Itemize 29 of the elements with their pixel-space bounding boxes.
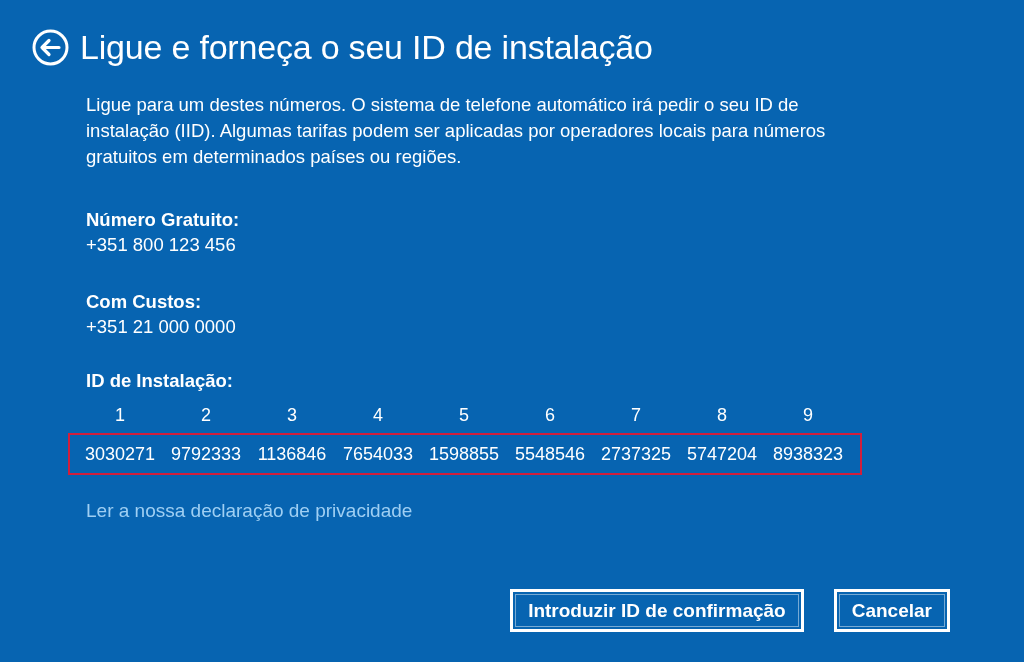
id-group: 2737325: [600, 443, 672, 465]
id-group: 9792333: [170, 443, 242, 465]
id-group: 8938323: [772, 443, 844, 465]
column-number: 8: [717, 404, 727, 426]
phone-number: +351 21 000 0000: [86, 315, 236, 339]
column-number: 1: [115, 404, 125, 426]
installation-id-label: ID de Instalação:: [86, 369, 233, 393]
id-group: 5548546: [514, 443, 586, 465]
id-group: 1136846: [257, 443, 327, 465]
instructions-text: Ligue para um destes números. O sistema de telefone automático irá pedir o seu ID de instalação (IID). Algumas tarifas podem ser aplicadas por operadores locais para números gratuitos em determinados países ou regiões.: [86, 93, 827, 169]
id-group: 5747204: [686, 443, 758, 465]
column-number: 3: [287, 404, 297, 426]
page-title: Ligue e forneça o seu ID de instalação: [80, 27, 653, 67]
cancel-button[interactable]: Cancelar: [833, 589, 950, 632]
phone-number: +351 800 123 456: [86, 233, 236, 257]
column-number: 7: [631, 404, 641, 426]
phone-label: Com Custos:: [86, 290, 202, 314]
id-group: 1598855: [428, 443, 500, 465]
column-number: 5: [459, 404, 469, 426]
id-group: 7654033: [342, 443, 414, 465]
column-number: 6: [545, 404, 555, 426]
column-number: 9: [803, 404, 813, 426]
id-group: 3030271: [84, 443, 156, 465]
phone-label: Número Gratuito:: [86, 208, 240, 232]
column-number: 2: [201, 404, 211, 426]
enter-confirmation-id-button[interactable]: Introduzir ID de confirmação: [510, 589, 804, 632]
privacy-link[interactable]: Ler a nossa declaração de privacidade: [86, 499, 413, 523]
back-icon[interactable]: [32, 28, 69, 66]
column-number: 4: [373, 404, 383, 426]
